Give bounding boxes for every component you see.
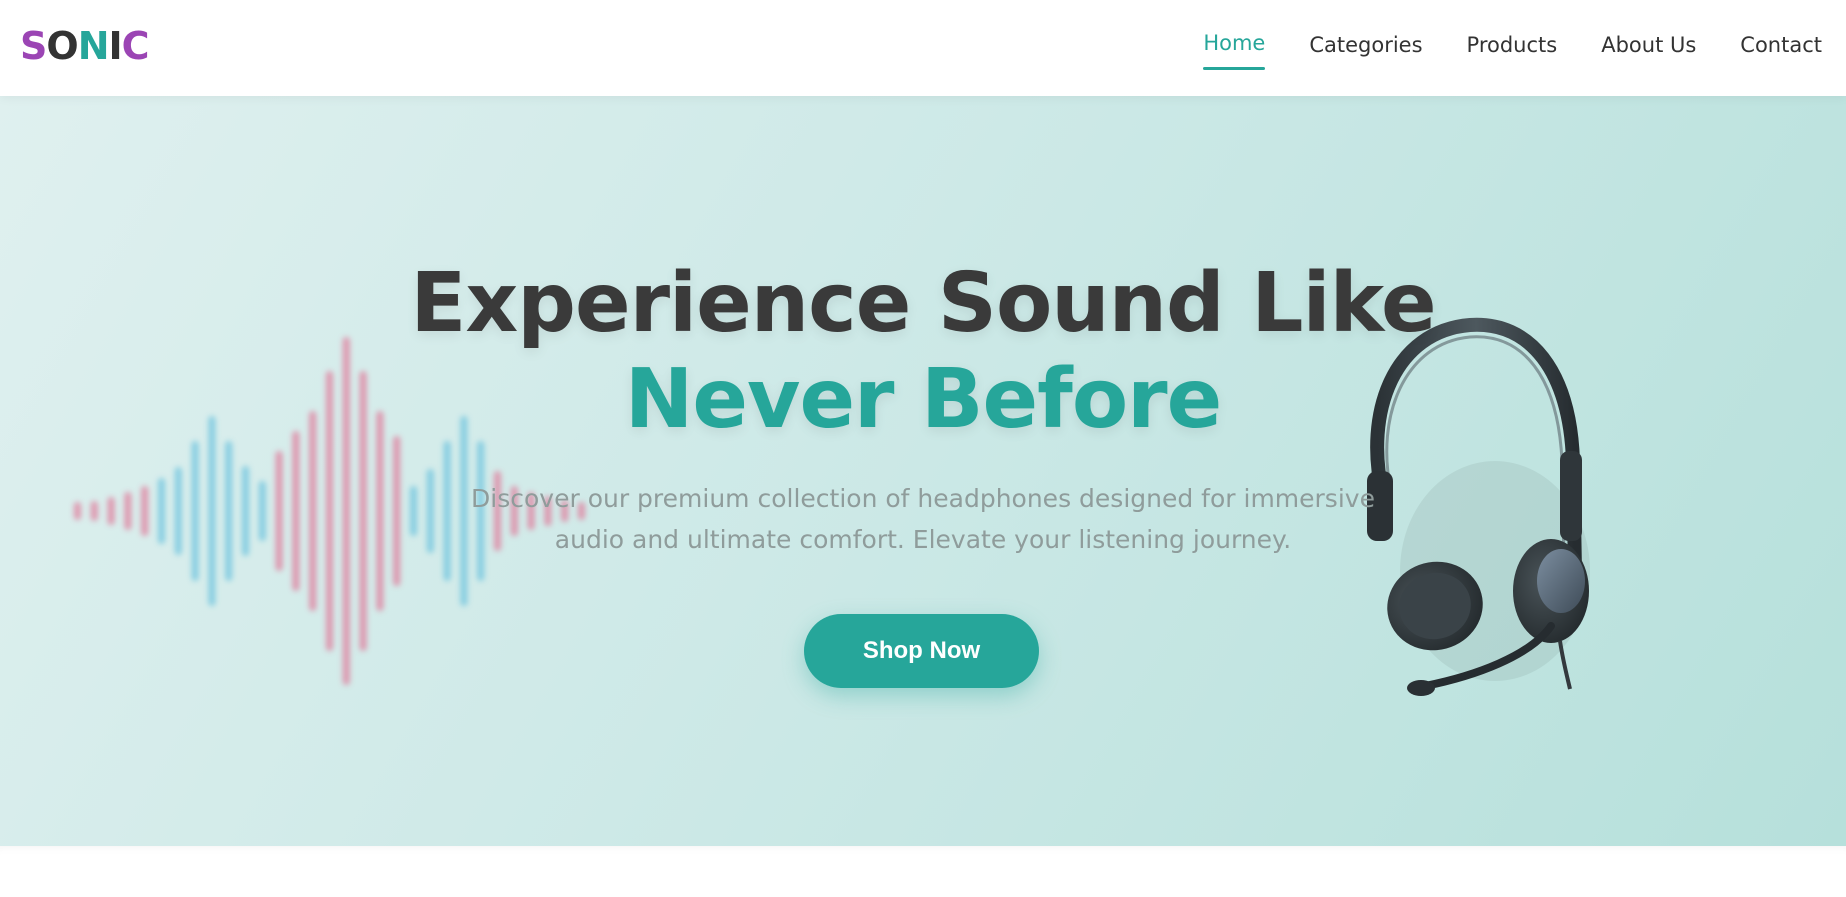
soundwave-bar bbox=[141, 486, 149, 536]
nav-link-home[interactable]: Home bbox=[1203, 28, 1266, 70]
hero-subtitle: Discover our premium collection of headp… bbox=[471, 484, 1375, 554]
nav-links: Home Categories Products About Us Contac… bbox=[1203, 28, 1822, 70]
soundwave-bar bbox=[242, 466, 249, 556]
hero-title-line1: Experience Sound Like bbox=[410, 256, 1436, 351]
soundwave-bar bbox=[292, 431, 300, 591]
nav-link-products[interactable]: Products bbox=[1467, 30, 1558, 60]
soundwave-bar bbox=[107, 497, 115, 525]
soundwave-bar bbox=[393, 436, 401, 586]
hero-title-line2: Never Before bbox=[624, 352, 1222, 447]
hero-section: Experience Sound Like Never Before Disco… bbox=[0, 96, 1846, 846]
soundwave-bar bbox=[225, 441, 233, 581]
soundwave-bar bbox=[191, 441, 199, 581]
nav-link-categories[interactable]: Categories bbox=[1309, 30, 1422, 60]
soundwave-bar bbox=[158, 478, 165, 544]
soundwave-bar bbox=[443, 441, 451, 581]
logo-letter-i: I bbox=[108, 24, 123, 68]
nav-link-contact[interactable]: Contact bbox=[1740, 30, 1822, 60]
soundwave-bar bbox=[275, 451, 283, 571]
top-navbar: SONIC Home Categories Products About Us … bbox=[0, 0, 1846, 96]
soundwave-bar bbox=[74, 502, 81, 520]
soundwave-bar bbox=[258, 481, 266, 541]
soundwave-bar bbox=[124, 492, 132, 530]
logo-letter-n: N bbox=[77, 24, 110, 68]
nav-link-about-us[interactable]: About Us bbox=[1601, 30, 1696, 60]
shop-now-button[interactable]: Shop Now bbox=[804, 614, 1039, 688]
logo-letter-s: S bbox=[20, 24, 47, 68]
sonic-logo[interactable]: SONIC bbox=[20, 24, 150, 68]
logo-letter-c: C bbox=[121, 24, 150, 68]
soundwave-bar bbox=[174, 467, 182, 555]
soundwave-bar bbox=[90, 501, 98, 521]
soundwave-bar bbox=[426, 469, 434, 553]
next-section bbox=[0, 846, 1846, 897]
logo-letter-o: O bbox=[46, 24, 78, 68]
soundwave-bar bbox=[410, 486, 417, 536]
hero-title: Experience Sound Like Never Before bbox=[0, 256, 1846, 448]
